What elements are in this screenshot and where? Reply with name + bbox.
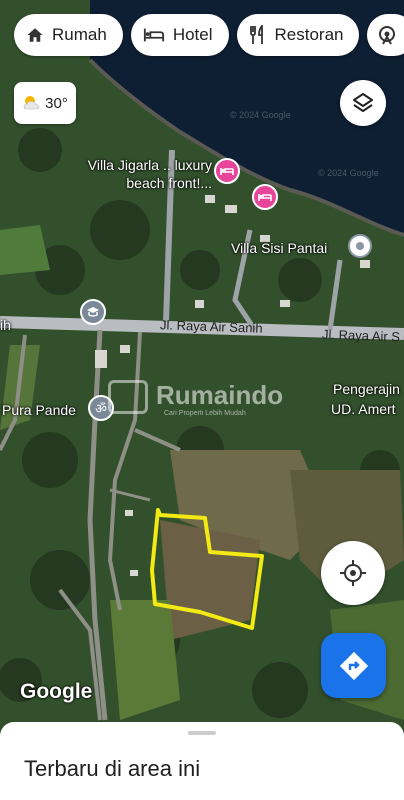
layers-button[interactable]: [340, 80, 386, 126]
place-pin-icon[interactable]: [348, 234, 372, 258]
chip-home[interactable]: Rumah: [14, 14, 123, 56]
chip-restaurant[interactable]: Restoran: [236, 14, 360, 56]
hotel-bed-icon: [143, 28, 164, 42]
chip-hotel[interactable]: Hotel: [130, 14, 229, 56]
place-label-villa-sisi[interactable]: Villa Sisi Pantai: [231, 239, 327, 257]
home-icon: [27, 28, 43, 42]
svg-text:© 2024 Google: © 2024 Google: [318, 168, 379, 178]
hotel-pin-icon[interactable]: [214, 158, 240, 184]
watermark-brand: Rumaindo: [156, 380, 284, 410]
road-label-main-right: Jl. Raya Air S: [321, 326, 401, 345]
sheet-title: Terbaru di area ini: [24, 756, 201, 781]
directions-icon: [339, 651, 368, 680]
sheet-drag-handle[interactable]: [188, 731, 216, 735]
crosshair-icon: [340, 560, 366, 586]
chip-home-label: Rumah: [52, 25, 107, 44]
rumaindo-watermark: Rumaindo Cari Properti Lebih Mudah: [108, 380, 283, 417]
watermark-logo-icon: [108, 380, 148, 415]
place-label-villa-jigarla[interactable]: Villa Jigarla .. luxury beach front!...: [62, 156, 212, 192]
chip-hotel-label: Hotel: [172, 25, 213, 44]
school-pin-icon[interactable]: [80, 299, 106, 325]
weather-badge[interactable]: 30°: [14, 82, 76, 124]
bottom-sheet[interactable]: Terbaru di area ini: [0, 722, 404, 800]
google-attribution: Google: [20, 680, 93, 703]
directions-button[interactable]: [321, 633, 386, 698]
place-label-ud-amert[interactable]: UD. Amert: [331, 400, 396, 418]
place-label-pengerajin[interactable]: Pengerajin: [333, 380, 400, 398]
layers-icon: [353, 93, 373, 112]
place-label-fragment: ih: [0, 317, 11, 333]
watermark-tagline: Cari Properti Lebih Mudah: [164, 410, 246, 418]
chip-restaurant-label: Restoran: [274, 25, 344, 44]
hotel-pin-icon[interactable]: [252, 184, 278, 210]
svg-text:© 2024 Google: © 2024 Google: [230, 110, 291, 120]
chip-attractions[interactable]: [367, 14, 404, 56]
attractions-icon: [379, 26, 396, 45]
place-label-pura-pande[interactable]: Pura Pande: [2, 401, 76, 419]
weather-temp: 30°: [45, 94, 68, 112]
partly-sunny-icon: [23, 96, 40, 110]
category-chip-row: Rumah Hotel Restoran: [14, 14, 404, 58]
restaurant-icon: [249, 25, 263, 44]
my-location-button[interactable]: [321, 541, 385, 605]
